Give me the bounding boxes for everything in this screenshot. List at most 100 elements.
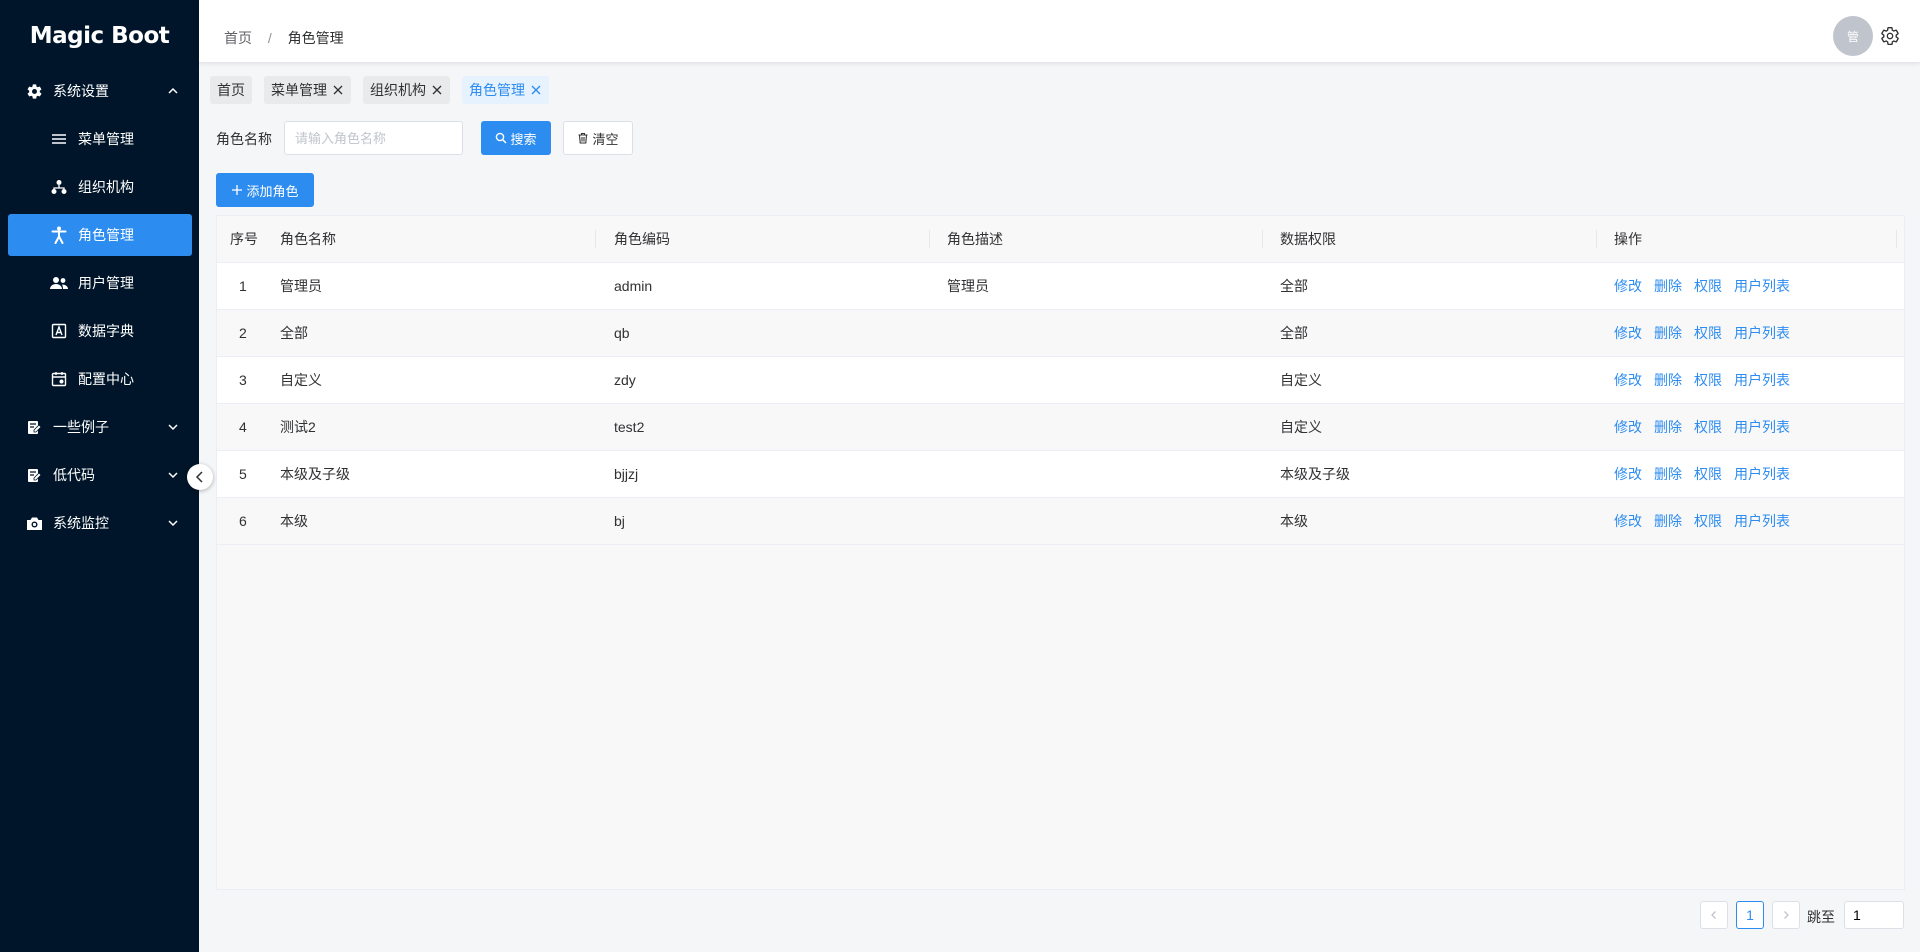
- role-table: 序号 角色名称 角色编码 角色描述 数据权限 操作 1 管理员 admin 管理…: [216, 215, 1905, 890]
- tab-home[interactable]: 首页: [210, 76, 252, 104]
- close-icon[interactable]: [332, 84, 344, 96]
- cell-role-code: qb: [614, 325, 630, 341]
- tab-role-management[interactable]: 角色管理: [462, 76, 549, 104]
- delete-link[interactable]: 删除: [1654, 357, 1682, 404]
- sidebar-item-menu-management[interactable]: 菜单管理: [8, 118, 192, 160]
- sidebar-item-config-center[interactable]: 配置中心: [8, 358, 192, 400]
- sidebar-item-label: 用户管理: [78, 275, 134, 291]
- menu-lines-icon: [50, 130, 68, 148]
- sidebar-item-examples[interactable]: 一些例子: [8, 406, 192, 448]
- breadcrumb: 首页 / 角色管理: [224, 28, 344, 48]
- cell-role-name: 管理员: [280, 278, 322, 294]
- avatar[interactable]: 管: [1833, 16, 1873, 56]
- sidebar-item-role-management[interactable]: 角色管理: [8, 214, 192, 256]
- prev-page-button[interactable]: [1700, 901, 1728, 929]
- sidebar-item-organization[interactable]: 组织机构: [8, 166, 192, 208]
- role-name-label: 角色名称: [216, 131, 272, 147]
- cell-role-name: 本级: [280, 513, 308, 529]
- sidebar-item-label: 低代码: [53, 467, 95, 483]
- table-row: 5 本级及子级 bjjzj 本级及子级 修改 删除 权限 用户列表: [217, 451, 1904, 498]
- permission-link[interactable]: 权限: [1694, 498, 1722, 545]
- permission-link[interactable]: 权限: [1694, 451, 1722, 498]
- sidebar-item-label: 菜单管理: [78, 131, 134, 147]
- cell-index: 2: [239, 325, 247, 341]
- trash-icon: [578, 132, 588, 144]
- cell-data-scope: 全部: [1280, 325, 1308, 341]
- column-divider: [1596, 230, 1597, 248]
- org-tree-icon: [50, 178, 68, 196]
- user-list-link[interactable]: 用户列表: [1734, 310, 1790, 357]
- delete-link[interactable]: 删除: [1654, 310, 1682, 357]
- settings-gear-icon[interactable]: [1880, 26, 1900, 46]
- search-button[interactable]: 搜索: [481, 121, 551, 155]
- user-list-link[interactable]: 用户列表: [1734, 451, 1790, 498]
- cell-index: 5: [239, 466, 247, 482]
- table-row: 2 全部 qb 全部 修改 删除 权限 用户列表: [217, 310, 1904, 357]
- edit-link[interactable]: 修改: [1614, 357, 1642, 404]
- config-icon: [50, 370, 68, 388]
- column-header-index: 序号: [230, 231, 258, 247]
- delete-link[interactable]: 删除: [1654, 498, 1682, 545]
- sidebar-item-label: 配置中心: [78, 371, 134, 387]
- cell-data-scope: 自定义: [1280, 419, 1322, 435]
- delete-link[interactable]: 删除: [1654, 451, 1682, 498]
- search-button-label: 搜索: [510, 131, 537, 147]
- sidebar-item-system-monitor[interactable]: 系统监控: [8, 502, 192, 544]
- role-name-search-input[interactable]: [284, 121, 463, 155]
- user-list-link[interactable]: 用户列表: [1734, 263, 1790, 310]
- permission-link[interactable]: 权限: [1694, 404, 1722, 451]
- delete-link[interactable]: 删除: [1654, 263, 1682, 310]
- add-role-button[interactable]: 添加角色: [216, 173, 314, 207]
- page-number-button[interactable]: 1: [1736, 901, 1764, 929]
- cell-data-scope: 本级: [1280, 513, 1308, 529]
- user-list-link[interactable]: 用户列表: [1734, 357, 1790, 404]
- tab-bar: 首页 菜单管理 组织机构 角色管理: [210, 76, 561, 104]
- tab-menu-management[interactable]: 菜单管理: [264, 76, 351, 104]
- chevron-down-icon: [168, 520, 178, 527]
- next-page-button[interactable]: [1772, 901, 1800, 929]
- row-actions: 修改 删除 权限 用户列表: [1614, 310, 1802, 357]
- sidebar-item-data-dictionary[interactable]: 数据字典: [8, 310, 192, 352]
- sidebar-item-system-settings[interactable]: 系统设置: [8, 70, 192, 112]
- cell-role-code: bj: [614, 513, 625, 529]
- edit-link[interactable]: 修改: [1614, 404, 1642, 451]
- delete-link[interactable]: 删除: [1654, 404, 1682, 451]
- user-list-link[interactable]: 用户列表: [1734, 498, 1790, 545]
- top-header: 首页 / 角色管理 管: [199, 0, 1920, 63]
- sidebar-item-label: 系统监控: [53, 515, 109, 531]
- chevron-down-icon: [168, 472, 178, 479]
- cell-index: 4: [239, 419, 247, 435]
- cell-role-code: admin: [614, 278, 653, 294]
- edit-link[interactable]: 修改: [1614, 498, 1642, 545]
- tab-label: 菜单管理: [271, 82, 327, 98]
- cell-role-code: bjjzj: [614, 466, 639, 482]
- cell-role-name: 全部: [280, 325, 308, 341]
- permission-link[interactable]: 权限: [1694, 357, 1722, 404]
- sidebar-item-label: 数据字典: [78, 323, 134, 339]
- edit-link[interactable]: 修改: [1614, 263, 1642, 310]
- clear-button[interactable]: 清空: [563, 121, 633, 155]
- row-actions: 修改 删除 权限 用户列表: [1614, 263, 1802, 310]
- close-icon[interactable]: [431, 84, 443, 96]
- chevron-left-icon: [195, 471, 203, 483]
- user-list-link[interactable]: 用户列表: [1734, 404, 1790, 451]
- clear-button-label: 清空: [592, 131, 619, 147]
- permission-link[interactable]: 权限: [1694, 310, 1722, 357]
- breadcrumb-home[interactable]: 首页: [224, 30, 252, 46]
- edit-link[interactable]: 修改: [1614, 451, 1642, 498]
- edit-link[interactable]: 修改: [1614, 310, 1642, 357]
- sidebar-item-low-code[interactable]: 低代码: [8, 454, 192, 496]
- column-header-role-name: 角色名称: [280, 231, 336, 247]
- column-header-actions: 操作: [1614, 231, 1642, 247]
- jump-to-page-input[interactable]: [1844, 901, 1904, 929]
- cell-data-scope: 本级及子级: [1280, 466, 1350, 482]
- table-header: 序号 角色名称 角色编码 角色描述 数据权限 操作: [217, 216, 1904, 263]
- cell-role-name: 自定义: [280, 372, 322, 388]
- close-icon[interactable]: [530, 84, 542, 96]
- tab-organization[interactable]: 组织机构: [363, 76, 450, 104]
- sidebar-collapse-button[interactable]: [187, 464, 213, 490]
- dictionary-icon: [50, 322, 68, 340]
- sidebar-item-user-management[interactable]: 用户管理: [8, 262, 192, 304]
- permission-link[interactable]: 权限: [1694, 263, 1722, 310]
- column-divider: [929, 230, 930, 248]
